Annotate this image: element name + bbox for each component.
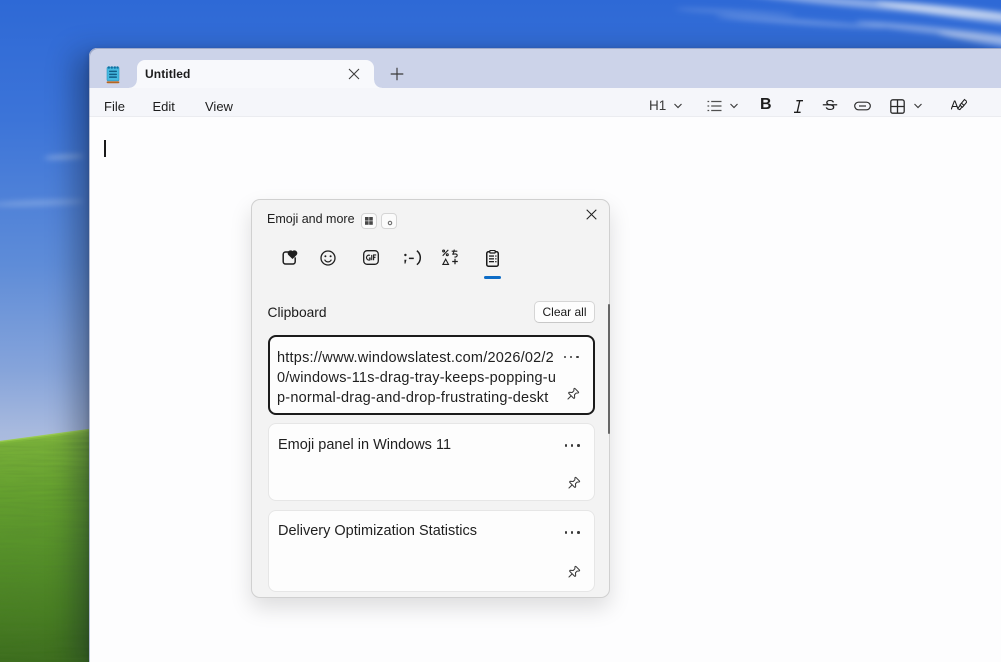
svg-text:S: S xyxy=(825,98,835,113)
svg-text:A: A xyxy=(951,99,960,113)
